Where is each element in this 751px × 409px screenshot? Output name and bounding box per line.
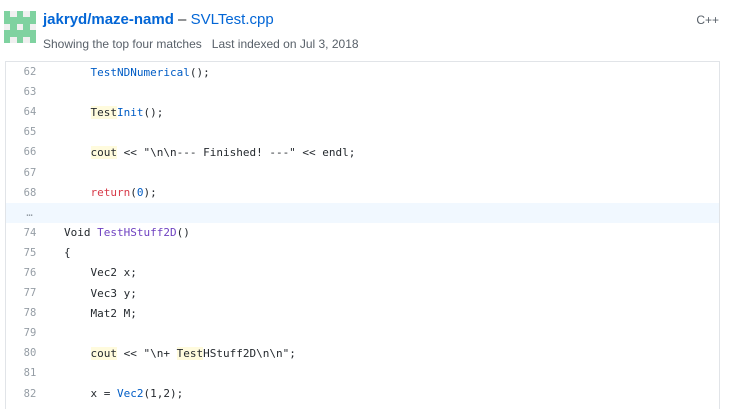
code-token: Init (117, 105, 144, 119)
code-token: Vec3 y; (64, 286, 137, 300)
line-number[interactable]: 80 (6, 347, 54, 359)
line-code: TestNDNumerical(); (54, 66, 210, 79)
code-token: Void (64, 226, 98, 240)
line-code: { (54, 246, 71, 259)
line-code: x = Vec2(1,2); (54, 387, 183, 400)
language-label: C++ (696, 13, 719, 27)
code-token: (); (143, 105, 164, 119)
code-token: ); (143, 186, 157, 200)
line-number[interactable]: 65 (6, 126, 54, 138)
line-number[interactable]: 74 (6, 227, 54, 239)
last-indexed-text: Last indexed on Jul 3, 2018 (211, 37, 359, 51)
code-line: 80 cout << "\n+ TestHStuff2D\n\n"; (6, 343, 719, 363)
title-separator: – (173, 11, 191, 28)
line-number[interactable]: 67 (6, 167, 54, 179)
result-header: jakryd/maze-namd – SVLTest.cpp (43, 11, 274, 28)
code-line: 78 Mat2 M; (6, 303, 719, 323)
code-token: 0 (136, 186, 144, 200)
line-number[interactable]: 66 (6, 146, 54, 158)
line-code: cout << "\n\n--- Finished! ---" << endl; (54, 145, 356, 159)
code-token: { (64, 246, 71, 260)
avatar[interactable] (4, 11, 36, 43)
repo-link[interactable]: jakryd/maze-namd (43, 11, 174, 28)
line-number[interactable]: 64 (6, 106, 54, 118)
code-token: << "\n+ (117, 346, 177, 360)
code-line: 77 Vec3 y; (6, 283, 719, 303)
code-token: Vec2 x; (64, 266, 137, 280)
line-number[interactable]: 63 (6, 86, 54, 98)
line-number[interactable]: 81 (6, 367, 54, 379)
line-code: cout << "\n+ TestHStuff2D\n\n"; (54, 346, 296, 360)
line-number[interactable]: 68 (6, 187, 54, 199)
code-token: Vec2 (116, 387, 144, 401)
code-line: 67 (6, 162, 719, 182)
result-meta: Showing the top four matches Last indexed… (43, 37, 359, 51)
code-line: 62 TestNDNumerical(); (6, 62, 719, 82)
line-code: Mat2 M; (54, 306, 137, 320)
code-line: 66 cout << "\n\n--- Finished! ---" << en… (6, 142, 719, 162)
code-line: 63 (6, 82, 719, 102)
line-code: Vec2 x; (54, 266, 137, 280)
search-match-highlight: Test (176, 346, 204, 360)
code-token: x = (64, 387, 117, 401)
line-number[interactable]: 77 (6, 287, 54, 299)
code-line: 68 return(0); (6, 183, 719, 203)
code-token: () (176, 226, 190, 240)
line-number[interactable]: 78 (6, 307, 54, 319)
code-line: 64 TestInit(); (6, 102, 719, 122)
code-line: 74 Void TestHStuff2D() (6, 223, 719, 243)
line-number[interactable]: 62 (6, 66, 54, 78)
code-token: ( (130, 186, 137, 200)
search-match-highlight: Test (90, 105, 117, 119)
code-token: TestHStuff2D (97, 226, 177, 240)
code-token: TestNDNumerical (90, 65, 190, 79)
line-code: Vec3 y; (54, 286, 137, 300)
code-token: Mat2 M; (64, 306, 137, 320)
line-code: TestInit(); (54, 105, 164, 119)
line-number[interactable]: 76 (6, 267, 54, 279)
line-number[interactable]: … (6, 207, 54, 219)
code-line: 65 (6, 122, 719, 142)
file-link[interactable]: SVLTest.cpp (191, 11, 274, 28)
code-expand-divider[interactable]: … (6, 202, 719, 223)
line-code: return(0); (54, 186, 157, 199)
code-snippet: 62 TestNDNumerical(); 63 64 TestInit(); 65 6… (5, 61, 720, 409)
code-token: HStuff2D\n\n"; (203, 346, 296, 360)
line-number[interactable]: 75 (6, 247, 54, 259)
code-token: return (90, 186, 131, 200)
matches-count-text: Showing the top four matches (43, 37, 202, 51)
code-line: 79 (6, 323, 719, 343)
search-match-highlight: cout (90, 346, 117, 360)
line-number[interactable]: 82 (6, 388, 54, 400)
code-line: 82 x = Vec2(1,2); (6, 384, 719, 404)
search-match-highlight: cout (90, 145, 117, 159)
code-token: << "\n\n--- Finished! ---" << endl; (117, 145, 356, 159)
code-line: 75 { (6, 243, 719, 263)
line-code: Void TestHStuff2D() (54, 226, 190, 239)
code-token: (1,2); (143, 387, 184, 401)
line-number[interactable]: 79 (6, 327, 54, 339)
code-token: (); (189, 65, 210, 79)
code-line: 81 (6, 363, 719, 383)
code-line: 76 Vec2 x; (6, 263, 719, 283)
